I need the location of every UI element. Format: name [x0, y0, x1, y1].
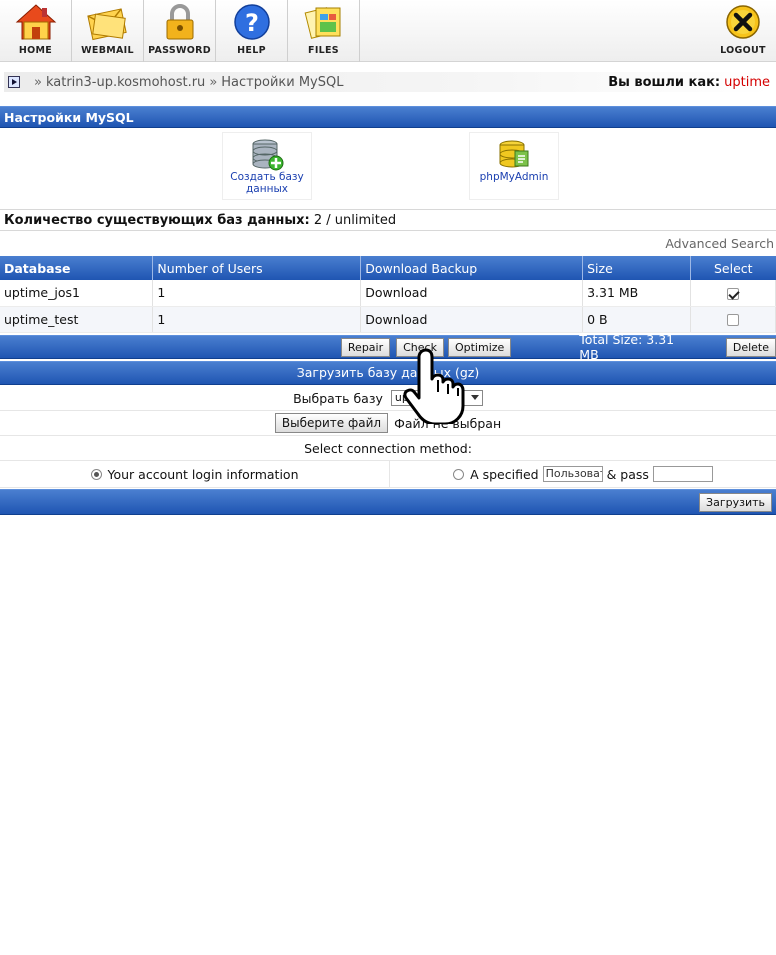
breadcrumb-separator: » [34, 74, 42, 90]
phpmyadmin-icon [499, 140, 529, 168]
specified-login-option[interactable]: A specified Пользователь & pass [390, 461, 776, 487]
nav-password[interactable]: PASSWORD [144, 0, 216, 62]
column-header-select: Select [690, 256, 776, 280]
upload-section-title: Загрузить базу данных (gz) [0, 361, 776, 385]
pass-label: & pass [606, 466, 649, 482]
mail-icon [86, 8, 127, 41]
breadcrumb-host[interactable]: katrin3-up.kosmohost.ru [46, 75, 205, 90]
files-icon [304, 7, 340, 39]
nav-help-label: HELP [237, 45, 266, 56]
table-action-bar: Repair Check Optimize Total Size: 3.31 M… [0, 332, 776, 362]
account-login-option[interactable]: Your account login information [0, 461, 390, 487]
table-row: uptime_jos1 1 Download 3.31 MB [0, 280, 776, 307]
download-link[interactable]: Download [360, 280, 584, 307]
create-database-label: Создать базу данных [230, 171, 304, 195]
total-size: Total Size: 3.31 MB [579, 332, 675, 362]
top-navigation: HOME WEBMAIL PASSWORD ? HELP FILES LOGOU… [0, 0, 776, 62]
database-count: Количество существующих баз данных: 2 / … [0, 211, 776, 231]
connection-options-row: Your account login information A specifi… [0, 461, 776, 488]
section-title: Настройки MySQL [0, 106, 776, 128]
specified-login-label: A specified [470, 466, 539, 482]
account-login-radio[interactable] [90, 468, 102, 480]
upload-button[interactable]: Загрузить [699, 493, 772, 512]
nav-password-label: PASSWORD [148, 45, 211, 56]
database-count-label: Количество существующих баз данных: [4, 213, 310, 228]
help-icon: ? [233, 4, 270, 40]
nav-help[interactable]: ? HELP [216, 0, 288, 62]
password-input[interactable] [652, 466, 713, 482]
nav-home[interactable]: HOME [0, 0, 72, 62]
database-count-value: 2 / unlimited [313, 213, 397, 228]
repair-button[interactable]: Repair [340, 337, 391, 357]
file-row: Выберите файл Файл не выбран [0, 411, 776, 436]
column-header-backup[interactable]: Download Backup [360, 256, 584, 280]
download-link[interactable]: Download [360, 306, 584, 333]
create-database-button[interactable]: Создать базу данных [222, 132, 312, 200]
column-header-size[interactable]: Size [582, 256, 692, 280]
nav-logout-label: LOGOUT [720, 45, 766, 56]
logout-icon [726, 5, 760, 39]
phpmyadmin-button[interactable]: phpMyAdmin [469, 132, 559, 200]
breadcrumb-separator: » [209, 74, 218, 90]
nav-webmail[interactable]: WEBMAIL [72, 0, 144, 62]
choose-database-row: Выбрать базу uptime_jos1 [0, 386, 776, 411]
tool-panel: Создать базу данных phpMyAdmin [0, 128, 776, 210]
username: uptime [724, 74, 770, 90]
database-size: 0 B [582, 306, 692, 333]
database-size: 3.31 MB [582, 280, 692, 307]
phpmyadmin-label: phpMyAdmin [479, 171, 549, 183]
database-name: uptime_test [0, 306, 154, 333]
choose-file-button[interactable]: Выберите файл [274, 413, 389, 433]
column-header-database[interactable]: Database [0, 256, 154, 280]
connection-method-label: Select connection method: [304, 440, 472, 456]
expand-arrow-icon[interactable] [8, 76, 20, 88]
select-checkbox[interactable] [727, 287, 739, 300]
nav-files[interactable]: FILES [288, 0, 360, 62]
advanced-search-link[interactable]: Advanced Search [665, 236, 774, 251]
database-name: uptime_jos1 [0, 280, 154, 307]
chevron-down-icon [470, 395, 479, 400]
breadcrumb-page: Настройки MySQL [221, 74, 344, 90]
table-row: uptime_test 1 Download 0 B [0, 306, 776, 333]
lock-icon [166, 4, 193, 40]
user-count: 1 [152, 306, 362, 333]
nav-files-label: FILES [308, 45, 339, 56]
table-header-row: Database Number of Users Download Backup… [0, 256, 776, 280]
create-database-icon [252, 139, 284, 171]
database-table: Database Number of Users Download Backup… [0, 256, 776, 333]
upload-action-bar: Загрузить [0, 489, 776, 515]
logged-in-status: Вы вошли как: uptime [608, 75, 770, 90]
hand-pointer-cursor-icon [403, 348, 465, 424]
user-count: 1 [152, 280, 362, 307]
select-checkbox[interactable] [727, 314, 739, 326]
home-icon [15, 4, 56, 40]
delete-button[interactable]: Delete [725, 337, 776, 357]
nav-logout[interactable]: LOGOUT [710, 0, 776, 62]
choose-database-label: Выбрать базу [293, 390, 383, 406]
nav-home-label: HOME [18, 45, 53, 56]
connection-method-row: Select connection method: [0, 436, 776, 461]
nav-webmail-label: WEBMAIL [81, 45, 134, 56]
specified-login-radio[interactable] [453, 468, 465, 480]
column-header-users[interactable]: Number of Users [152, 256, 362, 280]
account-login-label: Your account login information [107, 466, 299, 482]
breadcrumb: » katrin3-up.kosmohost.ru » Настройки My… [4, 72, 772, 92]
username-input[interactable]: Пользователь [542, 466, 603, 482]
logged-in-label: Вы вошли как: [608, 74, 721, 90]
svg-text:?: ? [245, 9, 259, 37]
